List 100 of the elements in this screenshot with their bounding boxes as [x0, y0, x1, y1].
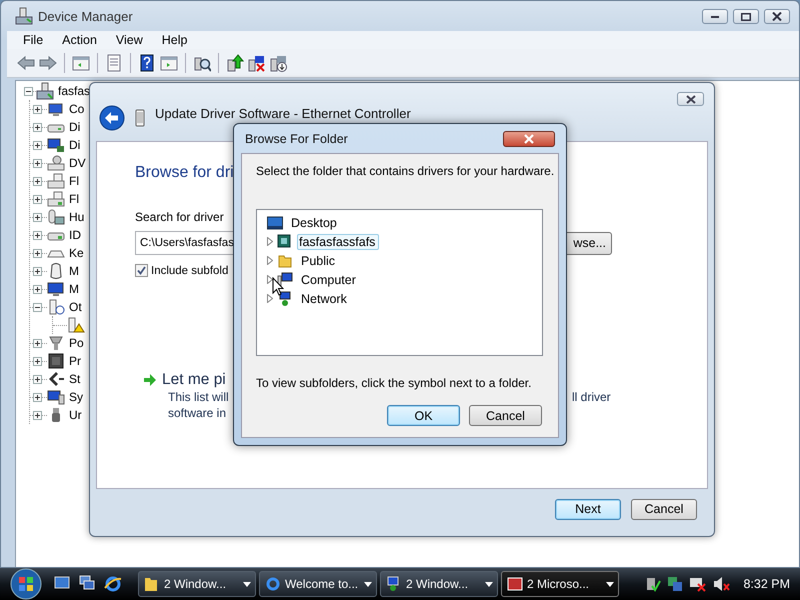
- collapse-button[interactable]: [33, 302, 42, 312]
- back-button[interactable]: [99, 105, 125, 131]
- back-arrow-icon[interactable]: [17, 54, 35, 72]
- tree-pane-icon[interactable]: [72, 54, 90, 72]
- arrow-icon: [143, 373, 157, 387]
- expand-button[interactable]: [33, 212, 42, 222]
- expand-button[interactable]: [33, 176, 42, 186]
- taskbar-button[interactable]: 2 Microso...: [501, 571, 619, 597]
- device-category[interactable]: Pr: [69, 354, 81, 368]
- check-icon: [136, 265, 147, 276]
- uninstall-icon[interactable]: [270, 54, 288, 72]
- dialog-title: Browse For Folder: [245, 132, 348, 146]
- caret-icon: [606, 582, 614, 586]
- computer-icon: [277, 272, 293, 287]
- volume-muted-icon[interactable]: [713, 576, 732, 592]
- device-category[interactable]: Po: [69, 336, 84, 350]
- device-category[interactable]: DV: [69, 156, 86, 170]
- update-driver-icon[interactable]: [226, 54, 244, 72]
- expand-button[interactable]: [33, 356, 42, 366]
- presentation-icon: [507, 576, 523, 592]
- expand-button[interactable]: [33, 374, 42, 384]
- device-category[interactable]: Ur: [69, 408, 82, 422]
- device-category[interactable]: Fl: [69, 192, 79, 206]
- plus-icon: [34, 160, 41, 166]
- folder-item[interactable]: Public: [297, 252, 340, 270]
- taskbar-button[interactable]: 2 Window...: [138, 571, 256, 597]
- folder-item[interactable]: fasfasfassfafs: [297, 234, 380, 250]
- checkbox-label[interactable]: Include subfold: [151, 264, 228, 276]
- expand-button[interactable]: [33, 338, 42, 348]
- folder-icon: [277, 253, 293, 268]
- expand-button[interactable]: [33, 158, 42, 168]
- device-category[interactable]: Co: [69, 102, 84, 116]
- expand-button[interactable]: [33, 392, 42, 402]
- device-category[interactable]: Hu: [69, 210, 84, 224]
- network-icon[interactable]: [667, 576, 684, 592]
- plus-icon: [34, 196, 41, 202]
- properties-icon[interactable]: [105, 54, 123, 72]
- warning-device-icon[interactable]: [67, 317, 85, 333]
- next-button[interactable]: Next: [555, 498, 621, 520]
- folder-item[interactable]: Network: [297, 290, 351, 308]
- plus-icon: [34, 178, 41, 184]
- taskbar-button[interactable]: Welcome to...: [259, 571, 377, 597]
- close-button[interactable]: [503, 130, 555, 146]
- menu-item[interactable]: Action: [62, 33, 106, 47]
- close-button[interactable]: [764, 9, 790, 24]
- menu-item[interactable]: View: [116, 33, 152, 47]
- page-heading: Browse for dri: [135, 164, 234, 183]
- device-category[interactable]: M: [69, 264, 79, 278]
- minimize-button[interactable]: [702, 9, 728, 24]
- maximize-button[interactable]: [733, 9, 759, 24]
- computer-name[interactable]: fasfas: [58, 84, 90, 98]
- browser-icon[interactable]: [104, 575, 122, 593]
- option-title[interactable]: Let me pi: [162, 371, 226, 389]
- expand-button[interactable]: [33, 194, 42, 204]
- clock[interactable]: 8:32 PM: [743, 577, 790, 591]
- cancel-button[interactable]: Cancel: [631, 498, 697, 520]
- network-disconnected-icon[interactable]: [689, 576, 708, 592]
- switch-windows-icon[interactable]: [79, 575, 95, 591]
- device-category[interactable]: St: [69, 372, 80, 386]
- expand-button[interactable]: [33, 122, 42, 132]
- folder-item[interactable]: Computer: [297, 270, 360, 288]
- menu-item[interactable]: File: [23, 33, 52, 47]
- expand-button[interactable]: [33, 104, 42, 114]
- expand-button[interactable]: [33, 284, 42, 294]
- expand-button[interactable]: [33, 140, 42, 150]
- device-category[interactable]: Fl: [69, 174, 79, 188]
- expand-button[interactable]: [33, 410, 42, 420]
- desktop-icon: [267, 216, 283, 230]
- start-button[interactable]: [8, 568, 44, 600]
- device-category[interactable]: Di: [69, 120, 80, 134]
- action-pane-icon[interactable]: [160, 54, 178, 72]
- device-category[interactable]: ID: [69, 228, 81, 242]
- expand-button[interactable]: [33, 248, 42, 258]
- menu-item[interactable]: Help: [162, 33, 196, 47]
- device-category[interactable]: Sy: [69, 390, 84, 404]
- option-description: software in: [168, 405, 226, 421]
- device-category[interactable]: Ke: [69, 246, 84, 260]
- maximize-icon: [741, 12, 751, 20]
- disable-icon[interactable]: [248, 54, 266, 72]
- plus-icon: [34, 394, 41, 400]
- cancel-button[interactable]: Cancel: [469, 405, 542, 426]
- device-category[interactable]: M: [69, 282, 79, 296]
- security-icon[interactable]: [645, 576, 662, 592]
- window-title: Device Manager: [38, 8, 133, 24]
- expand-button[interactable]: [33, 266, 42, 276]
- taskbar-button[interactable]: 2 Window...: [380, 571, 498, 597]
- desktop-icon[interactable]: [54, 575, 70, 591]
- device-category[interactable]: Ot: [69, 300, 82, 314]
- expand-button[interactable]: [33, 230, 42, 240]
- forward-arrow-icon[interactable]: [39, 54, 57, 72]
- collapse-button[interactable]: [24, 86, 33, 96]
- field-label: Search for driver: [135, 210, 224, 224]
- folder-item[interactable]: Desktop: [287, 214, 341, 232]
- checkbox[interactable]: [135, 264, 148, 277]
- help-icon[interactable]: [138, 54, 156, 72]
- close-icon: [772, 12, 782, 21]
- device-category[interactable]: Di: [69, 138, 80, 152]
- close-button[interactable]: [677, 92, 704, 106]
- ok-button[interactable]: OK: [387, 405, 460, 426]
- expand-arrow-icon[interactable]: [267, 275, 273, 284]
